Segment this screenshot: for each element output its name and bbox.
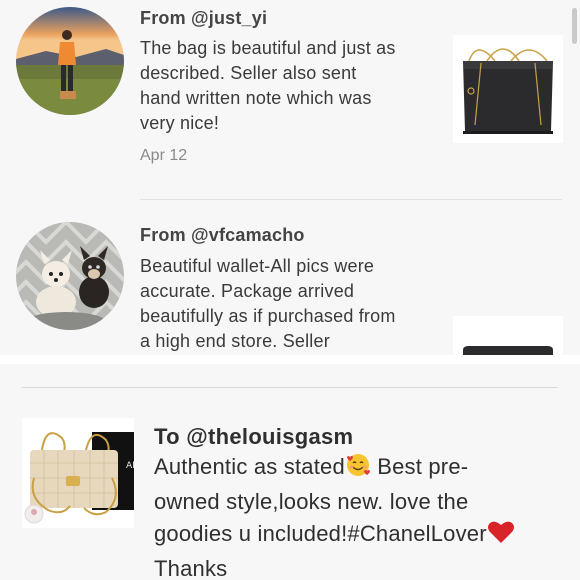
- review-text-fragment: Authentic as stated: [154, 454, 345, 479]
- review-text: The bag is beautiful and just as describ…: [140, 36, 440, 136]
- two-dogs-photo-icon: [16, 222, 124, 330]
- review-text-line: The bag is beautiful and just as: [140, 38, 396, 58]
- scrollbar[interactable]: [572, 8, 577, 44]
- review-text-line: Authentic as stated Best pre-: [154, 451, 515, 486]
- review-recipient[interactable]: To @thelouisgasm: [154, 424, 353, 450]
- highlight-review-panel: AN To @thelouisgasm Authentic as stated: [0, 364, 580, 580]
- review-author[interactable]: From @vfcamacho: [140, 225, 305, 246]
- review-text-fragment: Best pre-: [370, 454, 469, 479]
- reviews-panel: From @just_yi The bag is beautiful and j…: [0, 0, 580, 355]
- review-text-fragment: goodies u included!#ChanelLover: [154, 521, 487, 546]
- red-heart-icon: [487, 520, 515, 553]
- review-divider: [22, 387, 558, 388]
- smiling-face-with-hearts-icon: [345, 453, 371, 486]
- reviewer-avatar[interactable]: [16, 222, 124, 330]
- product-thumbnail[interactable]: [453, 35, 563, 143]
- black-wallet-icon: [453, 316, 563, 355]
- review-text-line: accurate. Package arrived: [140, 281, 355, 301]
- review-text-line: Beautiful wallet-All pics were: [140, 256, 375, 276]
- review-date: Apr 12: [140, 147, 188, 164]
- beige-flap-bag-icon: AN: [22, 418, 134, 528]
- review-text: Beautiful wallet-All pics were accurate.…: [140, 254, 450, 354]
- black-chain-bag-icon: [453, 35, 563, 143]
- review-text-line: a high end store. Seller: [140, 331, 330, 351]
- product-thumbnail[interactable]: AN: [22, 418, 134, 528]
- review-text-line: described. Seller also sent: [140, 63, 357, 83]
- highlight-review-text: Authentic as stated Best pre- owned styl…: [154, 451, 515, 580]
- review-author[interactable]: From @just_yi: [140, 8, 267, 29]
- review-text-line: beautifully as if purchased from: [140, 306, 396, 326]
- box-label: AN: [126, 461, 134, 471]
- reviewer-avatar[interactable]: [16, 7, 124, 115]
- review-text-line: Thanks: [154, 556, 228, 580]
- screenshot-gap: [0, 355, 580, 364]
- review-text-line: owned style,looks new. love the: [154, 489, 469, 514]
- review-text-line: goodies u included!#ChanelLover: [154, 518, 515, 553]
- review-text-line: hand written note which was: [140, 88, 372, 108]
- product-thumbnail[interactable]: [453, 316, 563, 355]
- person-photo-icon: [16, 7, 124, 115]
- review-text-line: very nice!: [140, 113, 220, 133]
- review-divider: [140, 199, 562, 200]
